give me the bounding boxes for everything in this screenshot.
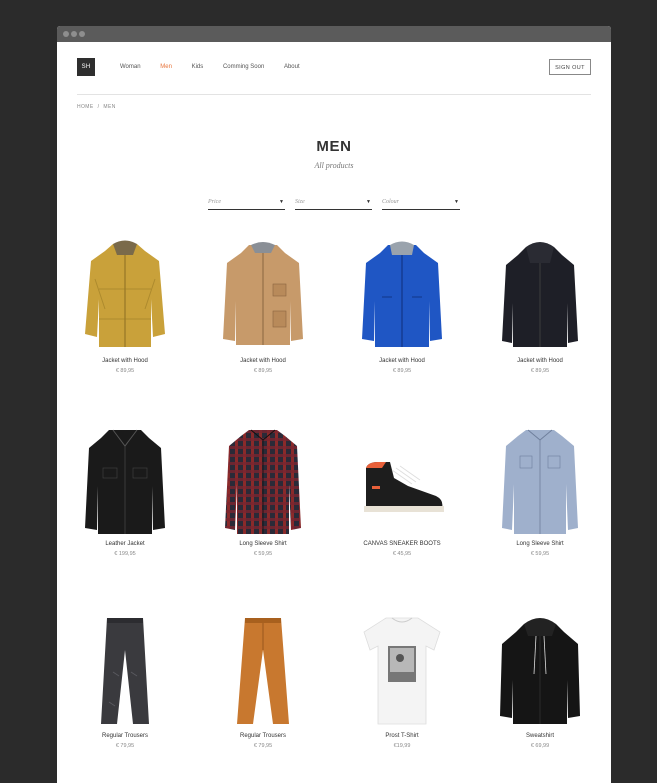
dark-jeans-icon [65, 614, 185, 729]
product-price: € 69,99 [530, 743, 550, 749]
yellow-parka-jacket-icon [65, 239, 185, 354]
logo[interactable]: SH [77, 58, 95, 76]
filter-label: Price [208, 199, 221, 205]
product-name[interactable]: Jacket with Hood [203, 358, 323, 364]
product-card[interactable]: Regular Trousers € 79,95 [65, 614, 185, 749]
product-card[interactable]: Long Sleeve Shirt € 59,95 [480, 422, 600, 557]
page-title: MEN [316, 138, 352, 155]
product-card[interactable]: Jacket with Hood € 89,95 [342, 239, 462, 374]
filter-bar: Price ▼ Size ▼ Colour ▼ [208, 199, 461, 211]
product-name[interactable]: Regular Trousers [65, 733, 185, 739]
plaid-shirt-icon [203, 422, 323, 537]
size-filter-dropdown[interactable]: Size ▼ [295, 199, 372, 210]
black-leather-jacket-icon [65, 422, 185, 537]
black-hoodie-icon [480, 614, 600, 729]
product-name[interactable]: CANVAS SNEAKER BOOTS [342, 541, 462, 547]
product-name[interactable]: Sweatshirt [480, 733, 600, 739]
filter-label: Size [295, 199, 305, 205]
breadcrumb-home[interactable]: HOME [77, 104, 94, 110]
window-titlebar [57, 26, 611, 42]
product-card[interactable]: Jacket with Hood € 89,95 [65, 239, 185, 374]
breadcrumb: HOME / MEN [77, 104, 116, 110]
nav-links: Woman Men Kids Comming Soon About [120, 64, 318, 70]
caret-down-icon: ▼ [279, 200, 284, 205]
product-price: €19,99 [393, 743, 411, 749]
top-nav: SH Woman Men Kids Comming Soon About SIG… [77, 58, 591, 78]
product-price: € 59,95 [253, 551, 273, 557]
header-divider [77, 94, 591, 95]
product-price: € 45,95 [392, 551, 412, 557]
close-dot-icon[interactable] [63, 31, 69, 37]
nav-link-coming-soon[interactable]: Comming Soon [223, 64, 264, 70]
product-name[interactable]: Long Sleeve Shirt [203, 541, 323, 547]
product-price: € 89,95 [392, 368, 412, 374]
product-price: € 79,95 [115, 743, 135, 749]
browser-window: SH Woman Men Kids Comming Soon About SIG… [57, 26, 611, 783]
product-price: € 89,95 [530, 368, 550, 374]
nav-link-woman[interactable]: Woman [120, 64, 141, 70]
colour-filter-dropdown[interactable]: Colour ▼ [382, 199, 460, 210]
minimize-dot-icon[interactable] [71, 31, 77, 37]
white-print-tshirt-icon [342, 614, 462, 729]
product-price: € 199,95 [114, 551, 136, 557]
product-name[interactable]: Prost T-Shirt [342, 733, 462, 739]
maximize-dot-icon[interactable] [79, 31, 85, 37]
product-name[interactable]: Leather Jacket [65, 541, 185, 547]
product-card[interactable]: Leather Jacket € 199,95 [65, 422, 185, 557]
sign-out-button[interactable]: SIGN OUT [549, 59, 591, 75]
filter-label: Colour [382, 199, 400, 205]
product-price: € 89,95 [253, 368, 273, 374]
nav-link-about[interactable]: About [284, 64, 300, 70]
black-sneaker-icon [342, 422, 462, 537]
breadcrumb-separator: / [97, 104, 100, 110]
product-price: € 79,95 [253, 743, 273, 749]
product-card[interactable]: Sweatshirt € 69,99 [480, 614, 600, 749]
caret-down-icon: ▼ [366, 200, 371, 205]
tan-jacket-icon [203, 239, 323, 354]
black-hooded-jacket-icon [480, 239, 600, 354]
product-card[interactable]: Long Sleeve Shirt € 59,95 [203, 422, 323, 557]
product-name[interactable]: Jacket with Hood [480, 358, 600, 364]
product-card[interactable]: Jacket with Hood € 89,95 [203, 239, 323, 374]
nav-link-kids[interactable]: Kids [192, 64, 204, 70]
light-blue-shirt-icon [480, 422, 600, 537]
product-name[interactable]: Regular Trousers [203, 733, 323, 739]
breadcrumb-current: MEN [103, 104, 116, 110]
blue-hooded-jacket-icon [342, 239, 462, 354]
product-name[interactable]: Long Sleeve Shirt [480, 541, 600, 547]
product-name[interactable]: Jacket with Hood [342, 358, 462, 364]
product-card[interactable]: Jacket with Hood € 89,95 [480, 239, 600, 374]
product-card[interactable]: Regular Trousers € 79,95 [203, 614, 323, 749]
caret-down-icon: ▼ [454, 200, 459, 205]
nav-link-men[interactable]: Men [160, 64, 172, 70]
product-name[interactable]: Jacket with Hood [65, 358, 185, 364]
product-card[interactable]: Prost T-Shirt €19,99 [342, 614, 462, 749]
product-price: € 89,95 [115, 368, 135, 374]
page-subtitle: All products [314, 161, 354, 170]
orange-trousers-icon [203, 614, 323, 729]
price-filter-dropdown[interactable]: Price ▼ [208, 199, 285, 210]
product-card[interactable]: CANVAS SNEAKER BOOTS € 45,95 [342, 422, 462, 557]
product-price: € 59,95 [530, 551, 550, 557]
